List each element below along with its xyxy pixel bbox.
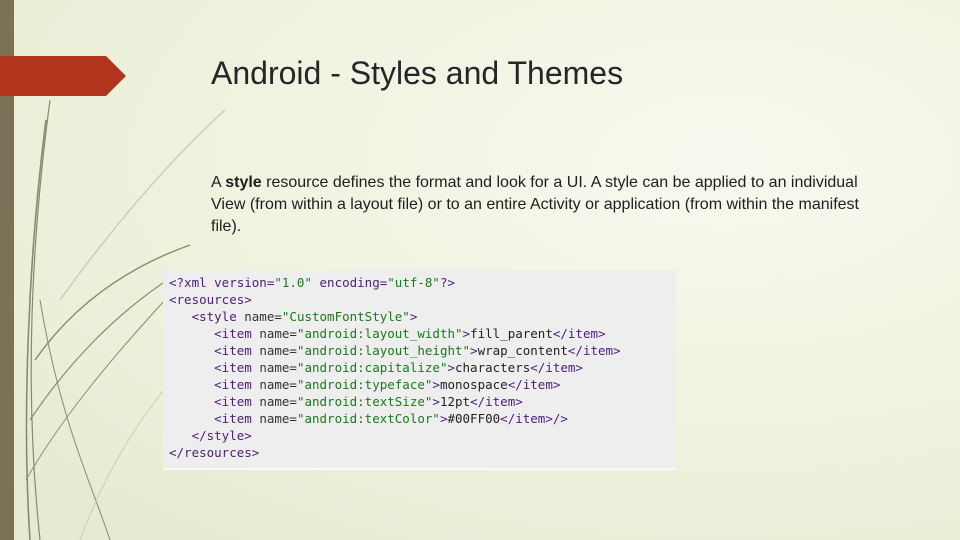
code-line-item: <item name="android:typeface">monospace<… <box>214 377 561 392</box>
code-line-style-close: </style> <box>169 428 252 443</box>
slide-title: Android - Styles and Themes <box>211 55 624 91</box>
paragraph-rest: resource defines the format and look for… <box>211 174 859 235</box>
code-line-style-open: <style name="CustomFontStyle"> <box>191 309 418 324</box>
paragraph-start: A <box>211 174 226 191</box>
xml-code-block: <?xml version="1.0" encoding="utf-8"?> <… <box>163 270 676 470</box>
code-line-xml-declaration: <?xml version="1.0" encoding="utf-8"?> <box>169 275 456 290</box>
body-paragraph: A style resource defines the format and … <box>211 172 881 238</box>
paragraph-bold-term: style <box>225 174 262 191</box>
code-line-item: <item name="android:capitalize">characte… <box>214 360 583 375</box>
code-line-resources-close: </resources> <box>169 445 260 460</box>
code-line-item: <item name="android:textColor">#00FF00</… <box>214 411 568 426</box>
code-line-item: <item name="android:textSize">12pt</item… <box>214 394 523 409</box>
code-line-item: <item name="android:layout_width">fill_p… <box>214 326 606 341</box>
code-line-item: <item name="android:layout_height">wrap_… <box>214 343 621 358</box>
code-line-resources-open: <resources> <box>169 292 252 307</box>
